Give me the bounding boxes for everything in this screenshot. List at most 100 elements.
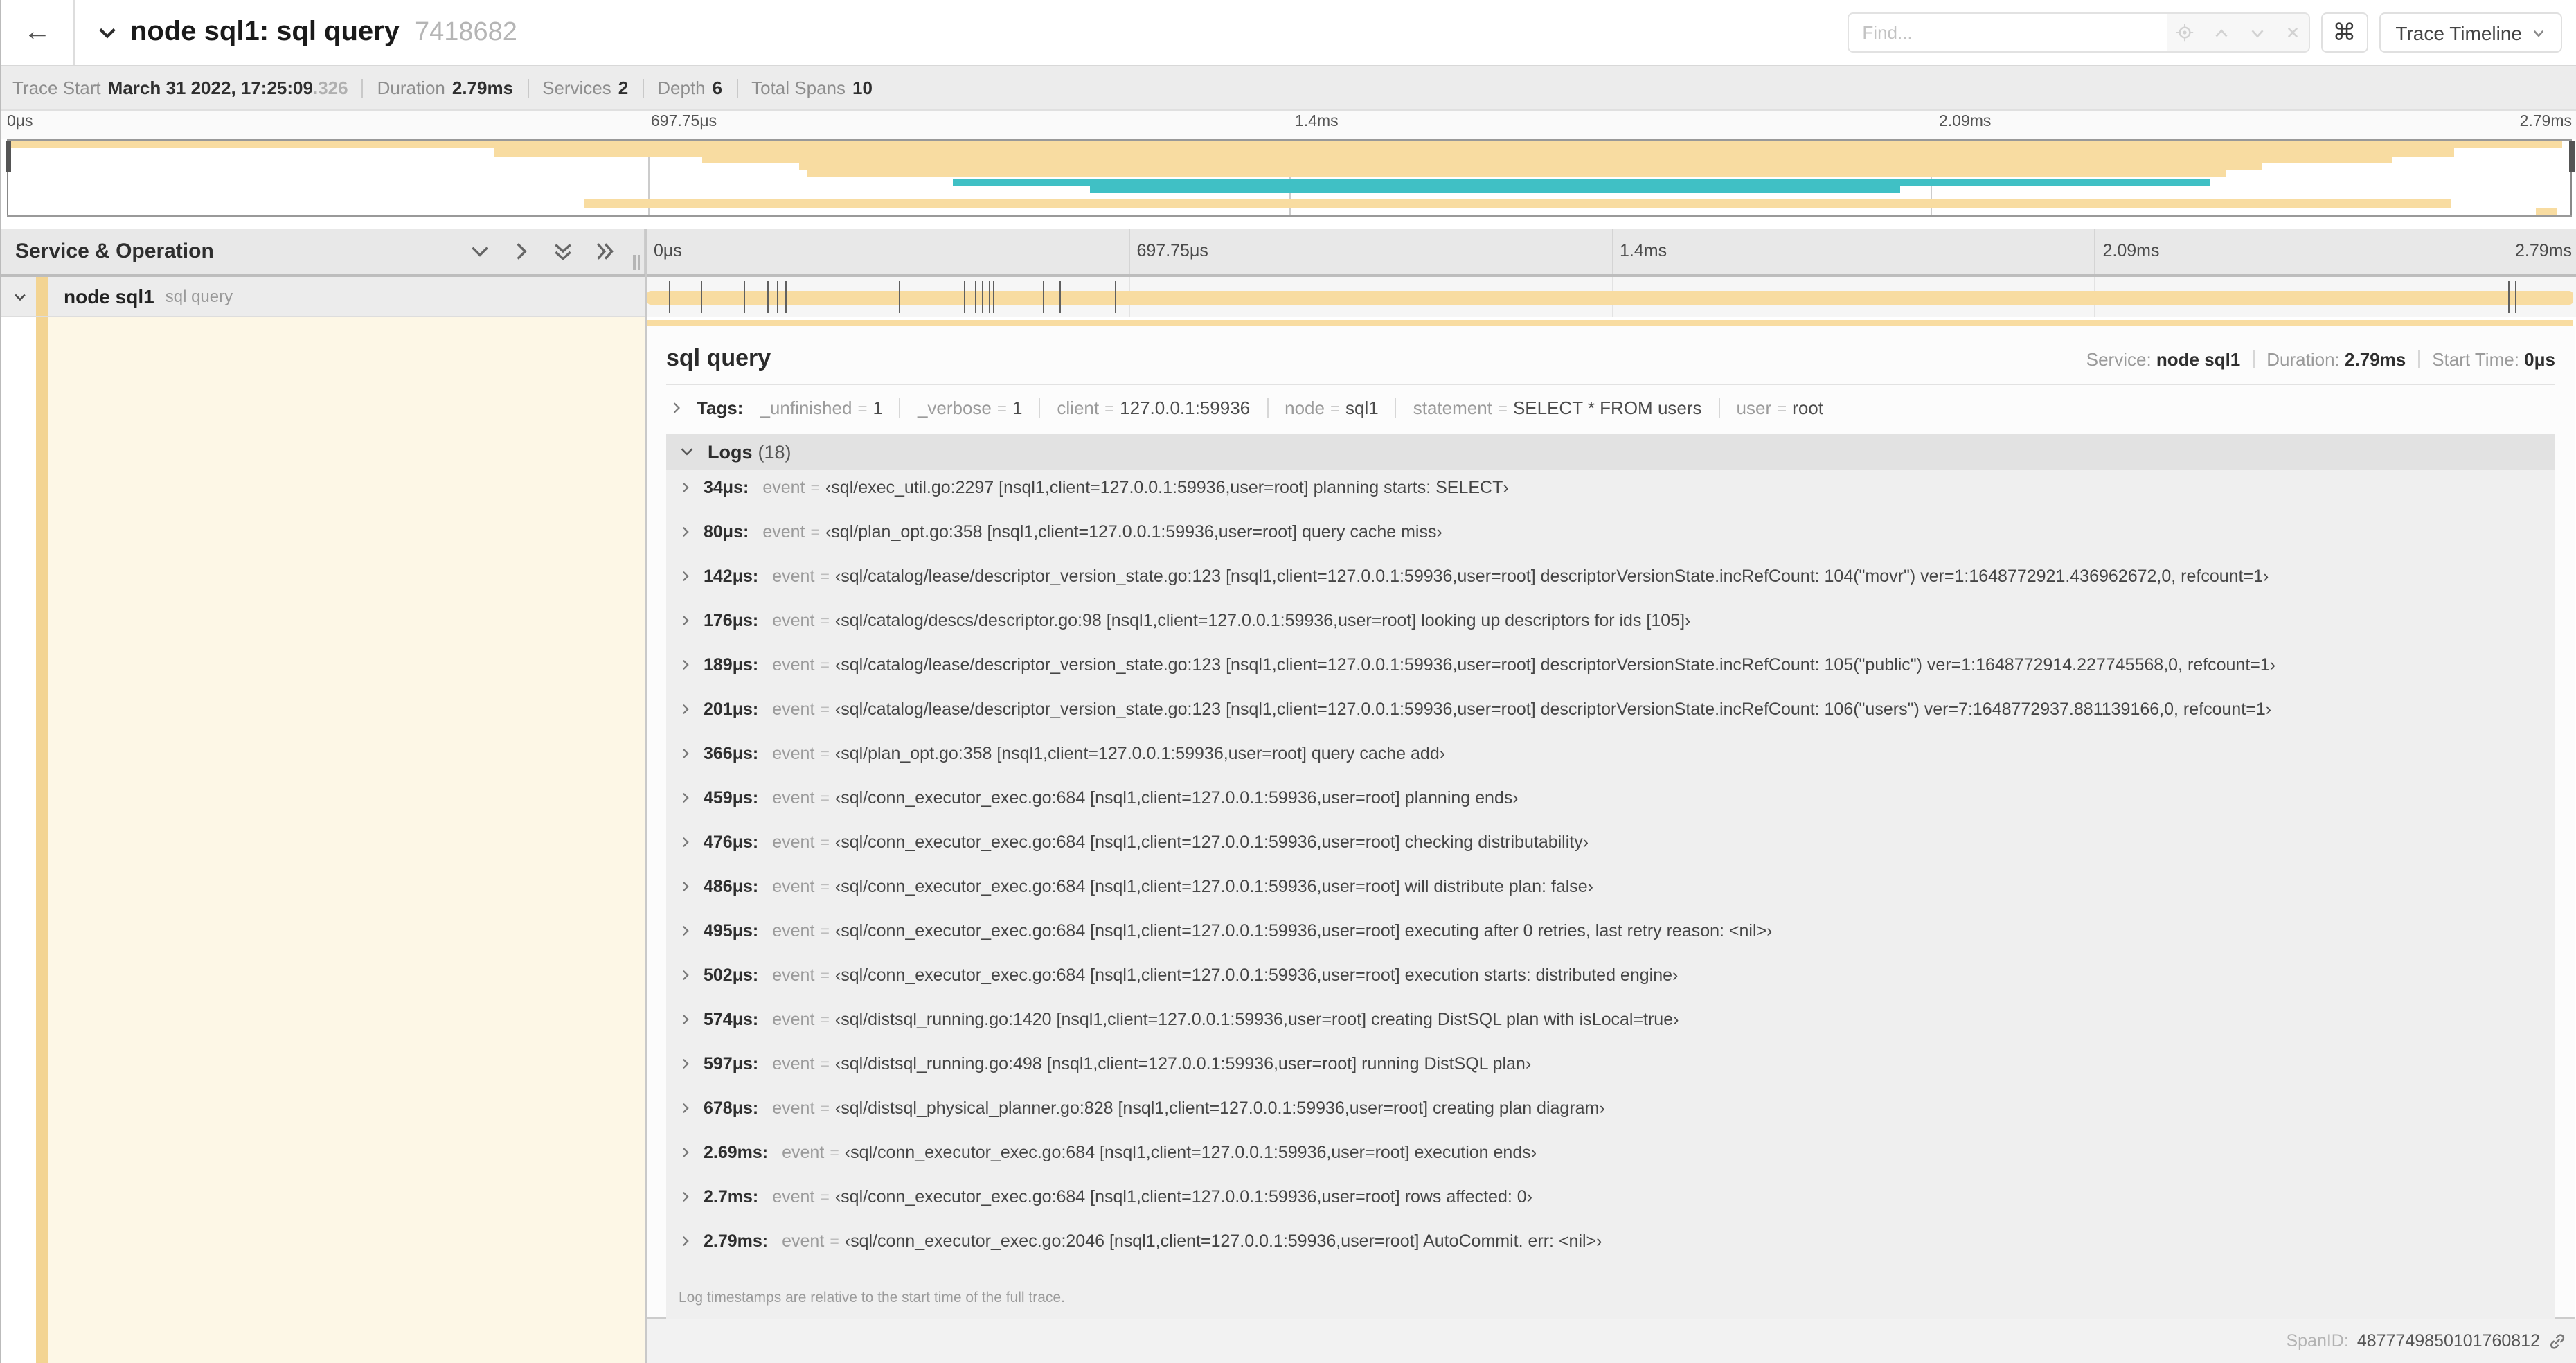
expand-all-icon[interactable] xyxy=(593,240,616,263)
log-entry-row[interactable]: 597μs: event = ‹sql/distsql_running.go:498 … xyxy=(666,1054,2555,1098)
span-row[interactable]: node sql1 sql query xyxy=(1,277,2576,317)
log-entry-row[interactable]: 2.69ms: event = ‹sql/conn_executor_exec.go:… xyxy=(666,1143,2555,1187)
detail-row-left-background xyxy=(48,317,645,1363)
view-select-button[interactable]: Trace Timeline xyxy=(2379,12,2562,53)
log-field-name: event xyxy=(772,921,815,941)
log-entry-row[interactable]: 2.7ms: event = ‹sql/conn_executor_exec.go:6… xyxy=(666,1187,2555,1231)
summary-item-label: Trace Start xyxy=(12,78,101,98)
log-marker-tick[interactable] xyxy=(668,281,670,313)
log-field-name: event xyxy=(772,832,815,852)
tag-key: statement xyxy=(1413,398,1492,418)
equals-sign: = xyxy=(820,702,830,719)
log-message: ‹sql/catalog/descs/descriptor.go:98 [nsq… xyxy=(834,611,1691,630)
tags-row[interactable]: Tags: _unfinished = 1 _verbose = 1 client = 127.… xyxy=(647,385,2575,429)
minimap-tick-label: 2.09ms xyxy=(1939,114,1992,130)
log-marker-tick[interactable] xyxy=(776,281,778,313)
minimap-tick-label: 697.75μs xyxy=(651,114,717,130)
command-icon: ⌘ xyxy=(2332,19,2356,45)
log-message: ‹sql/distsql_running.go:1420 [nsql1,clie… xyxy=(834,1010,1679,1029)
log-entry-row[interactable]: 502μs: event = ‹sql/conn_executor_exec.go:6… xyxy=(666,965,2555,1010)
log-message: ‹sql/catalog/lease/descriptor_version_st… xyxy=(834,700,2272,719)
minimap-scrubber-right[interactable] xyxy=(2568,141,2574,215)
minimap-span-row xyxy=(7,199,2572,208)
log-field-name: event xyxy=(772,1187,815,1206)
log-entry-row[interactable]: 201μs: event = ‹sql/catalog/lease/descripto… xyxy=(666,700,2555,744)
clear-find-icon[interactable] xyxy=(2284,25,2300,40)
log-marker-tick[interactable] xyxy=(767,281,769,313)
keyboard-shortcuts-button[interactable]: ⌘ xyxy=(2320,12,2368,53)
log-entry-row[interactable]: 486μs: event = ‹sql/conn_executor_exec.go:6… xyxy=(666,877,2555,921)
log-timestamp: 459μs: xyxy=(704,788,759,808)
expand-one-icon[interactable] xyxy=(510,240,533,263)
log-timestamp: 2.69ms: xyxy=(704,1143,769,1162)
minimap-scrubber-left[interactable] xyxy=(5,141,10,215)
log-field-name: event xyxy=(772,1098,815,1118)
log-timestamp: 176μs: xyxy=(704,611,759,630)
log-entry-row[interactable]: 34μs: event = ‹sql/exec_util.go:2297 [nsql1… xyxy=(666,478,2555,522)
span-detail-header: sql query Service: node sql1 Duration: 2.… xyxy=(647,326,2575,384)
log-marker-tick[interactable] xyxy=(785,281,786,313)
span-row-name-column[interactable]: node sql1 sql query xyxy=(1,277,645,317)
span-detail-accent xyxy=(647,320,2573,326)
deep-link-icon[interactable] xyxy=(2548,1332,2566,1350)
locate-icon[interactable] xyxy=(2175,24,2193,42)
tag-value: 1 xyxy=(1012,398,1023,418)
logs-header[interactable]: Logs (18) xyxy=(666,434,2555,470)
minimap-canvas[interactable] xyxy=(5,139,2574,217)
log-entry-row[interactable]: 366μs: event = ‹sql/plan_opt.go:358 [nsql1,… xyxy=(666,744,2555,788)
log-entry-row[interactable]: 189μs: event = ‹sql/catalog/lease/descripto… xyxy=(666,655,2555,700)
log-entry-row[interactable]: 2.79ms: event = ‹sql/conn_executor_exec.go:… xyxy=(666,1231,2555,1276)
collapse-all-icon[interactable] xyxy=(551,240,575,263)
log-marker-tick[interactable] xyxy=(975,281,976,313)
log-entry-row[interactable]: 495μs: event = ‹sql/conn_executor_exec.go:6… xyxy=(666,921,2555,965)
log-entry-row[interactable]: 476μs: event = ‹sql/conn_executor_exec.go:6… xyxy=(666,832,2555,877)
span-meta-item: Duration: 2.79ms xyxy=(2240,348,2406,369)
find-input[interactable] xyxy=(1848,14,2167,51)
equals-sign: = xyxy=(820,658,830,675)
find-nav-buttons xyxy=(2167,14,2309,51)
tag-key: user xyxy=(1736,398,1772,418)
tag-key: client xyxy=(1057,398,1100,418)
log-marker-tick[interactable] xyxy=(988,281,990,313)
log-entry-row[interactable]: 80μs: event = ‹sql/plan_opt.go:358 [nsql1,c… xyxy=(666,522,2555,567)
log-timestamp: 486μs: xyxy=(704,877,759,896)
chevron-down-icon xyxy=(12,289,28,304)
chevron-right-icon xyxy=(679,702,692,716)
equals-sign: = xyxy=(1777,398,1787,418)
log-marker-tick[interactable] xyxy=(1043,281,1044,313)
span-meta-value: 0μs xyxy=(2524,348,2555,369)
column-resizer-handle[interactable] xyxy=(633,255,640,270)
span-row-timeline[interactable] xyxy=(645,277,2576,317)
timeline-header-gridline xyxy=(1128,229,1130,274)
prev-match-icon[interactable] xyxy=(2212,24,2229,41)
log-marker-tick[interactable] xyxy=(982,281,983,313)
timeline-header-gridline xyxy=(2094,229,2096,274)
log-entry-row[interactable]: 176μs: event = ‹sql/catalog/descs/descripto… xyxy=(666,611,2555,655)
log-marker-tick[interactable] xyxy=(2515,281,2516,313)
minimap-scrubber-handle[interactable] xyxy=(2568,141,2574,172)
log-marker-tick[interactable] xyxy=(899,281,900,313)
log-marker-tick[interactable] xyxy=(1059,281,1060,313)
tag-item: _unfinished = 1 xyxy=(760,398,883,418)
log-timestamp: 678μs: xyxy=(704,1098,759,1118)
log-marker-tick[interactable] xyxy=(993,281,994,313)
log-marker-tick[interactable] xyxy=(2508,281,2510,313)
log-marker-tick[interactable] xyxy=(744,281,745,313)
log-marker-tick[interactable] xyxy=(701,281,702,313)
log-marker-tick[interactable] xyxy=(1115,281,1116,313)
span-duration-bar[interactable] xyxy=(647,291,2573,305)
minimap-span-row xyxy=(7,178,2572,186)
collapse-one-icon[interactable] xyxy=(468,240,492,263)
back-button[interactable]: ← xyxy=(1,0,75,65)
log-entry-row[interactable]: 142μs: event = ‹sql/catalog/lease/descripto… xyxy=(666,567,2555,611)
log-entry-row[interactable]: 459μs: event = ‹sql/conn_executor_exec.go:6… xyxy=(666,788,2555,832)
logs-title: Logs xyxy=(708,441,753,462)
log-entry-row[interactable]: 678μs: event = ‹sql/distsql_physical_planne… xyxy=(666,1098,2555,1143)
span-detail-title: sql query xyxy=(666,345,771,371)
log-entry-row[interactable]: 574μs: event = ‹sql/distsql_running.go:1420… xyxy=(666,1010,2555,1054)
log-marker-tick[interactable] xyxy=(963,281,965,313)
minimap-scrubber-handle[interactable] xyxy=(5,141,10,172)
chevron-down-icon[interactable] xyxy=(97,22,118,43)
span-color-bar xyxy=(36,277,48,316)
next-match-icon[interactable] xyxy=(2248,24,2265,41)
